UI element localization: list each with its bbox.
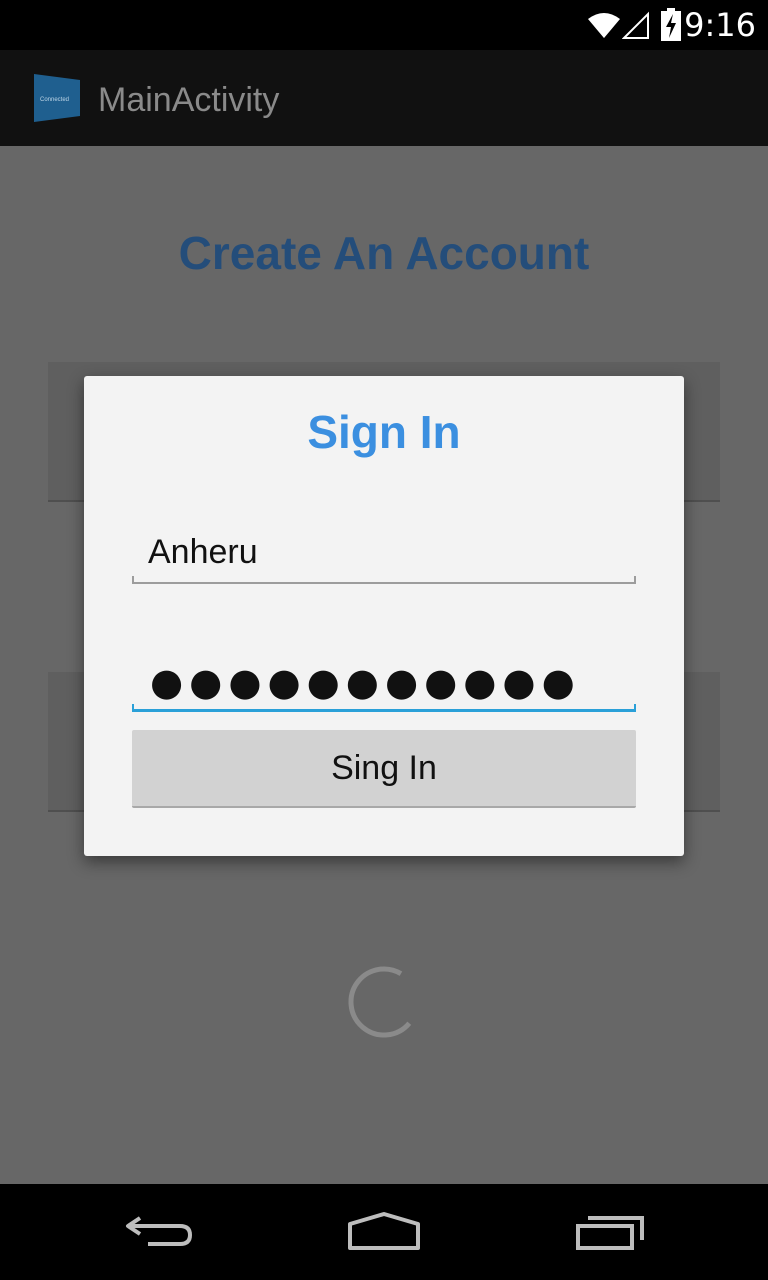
sign-in-button[interactable]: Sing In (132, 730, 636, 808)
home-icon[interactable] (346, 1210, 422, 1259)
password-underline (132, 704, 636, 712)
app-icon-text: Connected (40, 97, 69, 103)
signal-icon (621, 10, 650, 45)
app-title: MainActivity (98, 81, 280, 119)
battery-charging-icon (660, 8, 682, 47)
username-input[interactable] (132, 520, 636, 584)
password-input[interactable]: ●●●●●●●●●●● (150, 662, 581, 702)
navigation-bar (0, 1184, 768, 1280)
page-heading: Create An Account (178, 227, 590, 279)
loading-spinner-icon (346, 964, 422, 1045)
recents-icon[interactable] (574, 1210, 646, 1259)
app-icon[interactable]: Connected (32, 74, 82, 127)
dialog-title: Sign In (307, 406, 461, 458)
action-bar: Connected MainActivity (0, 50, 768, 146)
clock: 9:16 (684, 6, 756, 44)
username-field-container (132, 520, 636, 584)
password-field-container: ●●●●●●●●●●● (132, 648, 636, 712)
back-icon[interactable] (124, 1210, 196, 1259)
wifi-icon (586, 10, 622, 45)
username-underline (132, 576, 636, 584)
sign-in-dialog: Sign In ●●●●●●●●●●● Sing In (84, 376, 684, 856)
status-bar: 9:16 (0, 0, 768, 50)
